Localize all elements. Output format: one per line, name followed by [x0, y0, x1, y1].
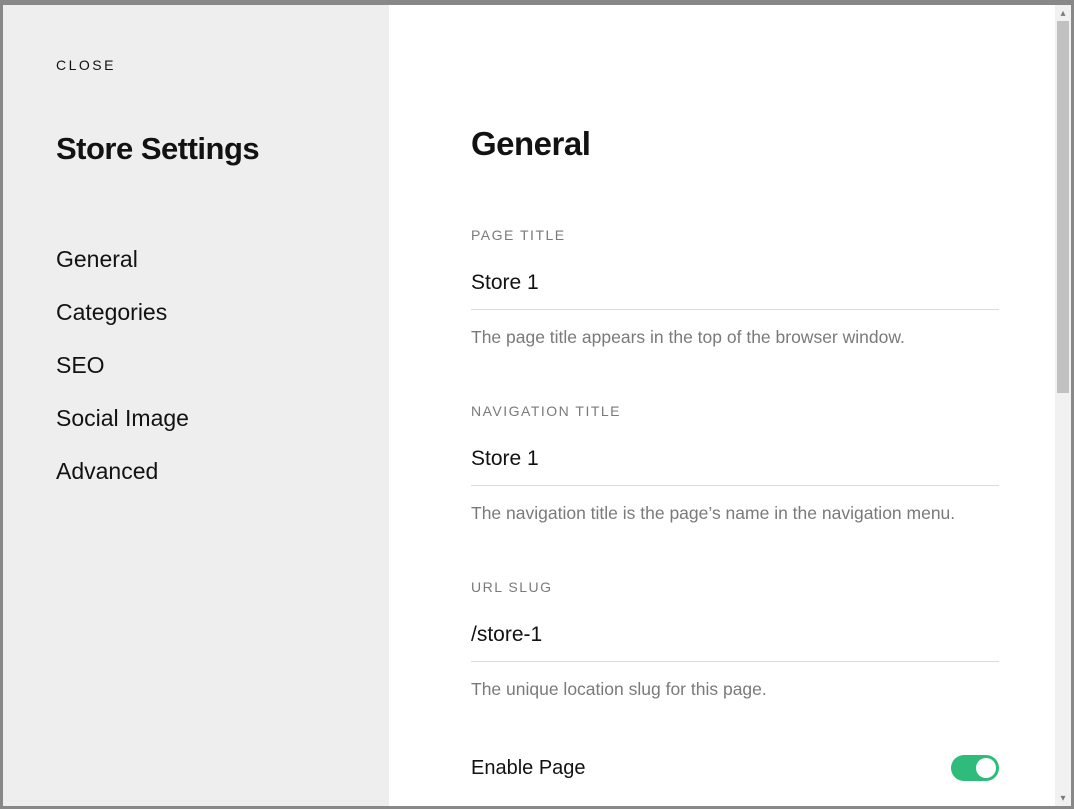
- sidebar-item-categories[interactable]: Categories: [56, 286, 389, 339]
- field-navigation-title: NAVIGATION TITLE The navigation title is…: [471, 403, 999, 527]
- url-slug-help: The unique location slug for this page.: [471, 676, 999, 703]
- scrollbar-thumb[interactable]: [1057, 21, 1069, 393]
- sidebar-item-seo[interactable]: SEO: [56, 339, 389, 392]
- url-slug-label: URL SLUG: [471, 579, 999, 595]
- sidebar-item-advanced[interactable]: Advanced: [56, 445, 389, 498]
- scrollbar[interactable]: ▴ ▾: [1055, 5, 1071, 806]
- navigation-title-label: NAVIGATION TITLE: [471, 403, 999, 419]
- url-slug-input[interactable]: [471, 617, 999, 662]
- field-enable-page: Enable Page: [471, 755, 999, 781]
- sidebar-title: Store Settings: [56, 131, 389, 167]
- navigation-title-input[interactable]: [471, 441, 999, 486]
- enable-page-toggle[interactable]: [951, 755, 999, 781]
- main-content: General PAGE TITLE The page title appear…: [389, 5, 1071, 806]
- field-page-title: PAGE TITLE The page title appears in the…: [471, 227, 999, 351]
- enable-page-label: Enable Page: [471, 757, 586, 780]
- page-title-input[interactable]: [471, 265, 999, 310]
- scroll-down-icon[interactable]: ▾: [1055, 790, 1071, 806]
- scroll-up-icon[interactable]: ▴: [1055, 5, 1071, 21]
- field-url-slug: URL SLUG The unique location slug for th…: [471, 579, 999, 703]
- settings-panel: CLOSE Store Settings General Categories …: [3, 5, 1071, 806]
- navigation-title-help: The navigation title is the page’s name …: [471, 500, 999, 527]
- sidebar: CLOSE Store Settings General Categories …: [3, 5, 389, 806]
- page-title-help: The page title appears in the top of the…: [471, 324, 999, 351]
- page-title-label: PAGE TITLE: [471, 227, 999, 243]
- page-heading: General: [471, 125, 999, 163]
- toggle-knob: [976, 758, 996, 778]
- sidebar-item-social-image[interactable]: Social Image: [56, 392, 389, 445]
- sidebar-nav: General Categories SEO Social Image Adva…: [56, 233, 389, 498]
- sidebar-item-general[interactable]: General: [56, 233, 389, 286]
- close-button[interactable]: CLOSE: [56, 57, 116, 73]
